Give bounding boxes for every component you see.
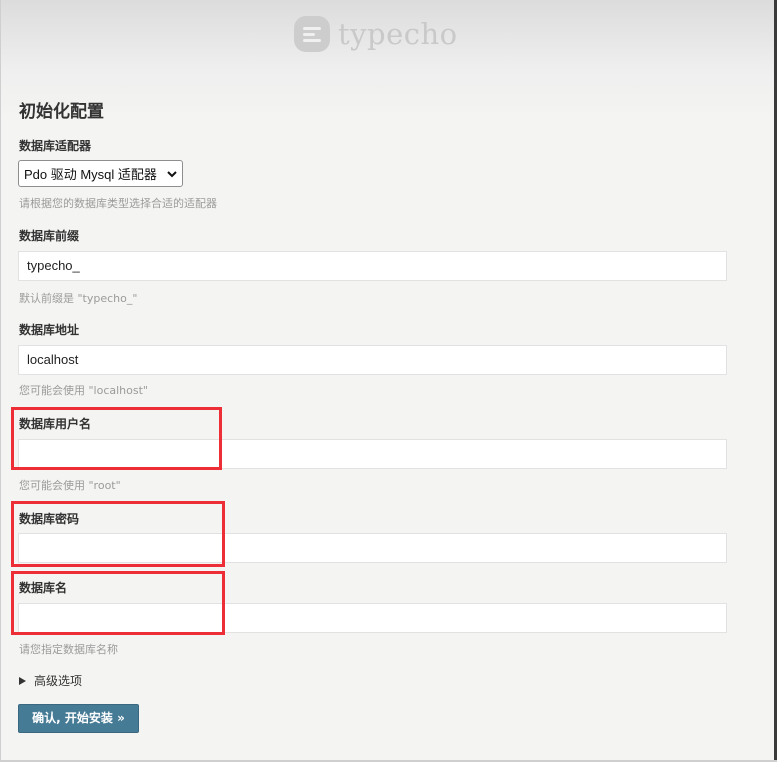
prefix-hint: 默认前缀是 "typecho_"	[19, 292, 138, 305]
triangle-right-icon	[19, 676, 26, 685]
window-edge-left	[0, 0, 1, 762]
submit-install-button[interactable]: 确认, 开始安装 »	[18, 704, 139, 733]
dbname-hint: 请您指定数据库名称	[19, 643, 118, 656]
host-input[interactable]: localhost	[18, 345, 727, 375]
highlight-box-password	[11, 501, 225, 567]
prefix-input[interactable]: typecho_	[18, 251, 727, 281]
page-title: 初始化配置	[19, 102, 104, 122]
typecho-logo-icon	[294, 16, 330, 52]
logo-text: typecho	[338, 17, 458, 51]
adapter-hint: 请根据您的数据库类型选择合适的适配器	[19, 197, 217, 210]
adapter-select[interactable]: Pdo 驱动 Mysql 适配器	[18, 160, 183, 187]
chevron-down-icon	[167, 170, 177, 177]
user-hint: 您可能会使用 "root"	[19, 479, 121, 492]
advanced-options-label: 高级选项	[34, 674, 83, 688]
prefix-label: 数据库前缀	[19, 229, 80, 243]
install-page: typecho 初始化配置 数据库适配器 Pdo 驱动 Mysql 适配器 请根…	[0, 0, 777, 762]
typecho-logo: typecho	[294, 14, 458, 54]
highlight-box-user	[11, 407, 222, 470]
host-hint: 您可能会使用 "localhost"	[19, 384, 148, 397]
advanced-options-toggle[interactable]: 高级选项	[19, 672, 82, 689]
highlight-box-dbname	[11, 571, 225, 635]
host-label: 数据库地址	[19, 323, 80, 337]
adapter-label: 数据库适配器	[19, 139, 92, 153]
adapter-select-value: Pdo 驱动 Mysql 适配器	[24, 167, 157, 182]
